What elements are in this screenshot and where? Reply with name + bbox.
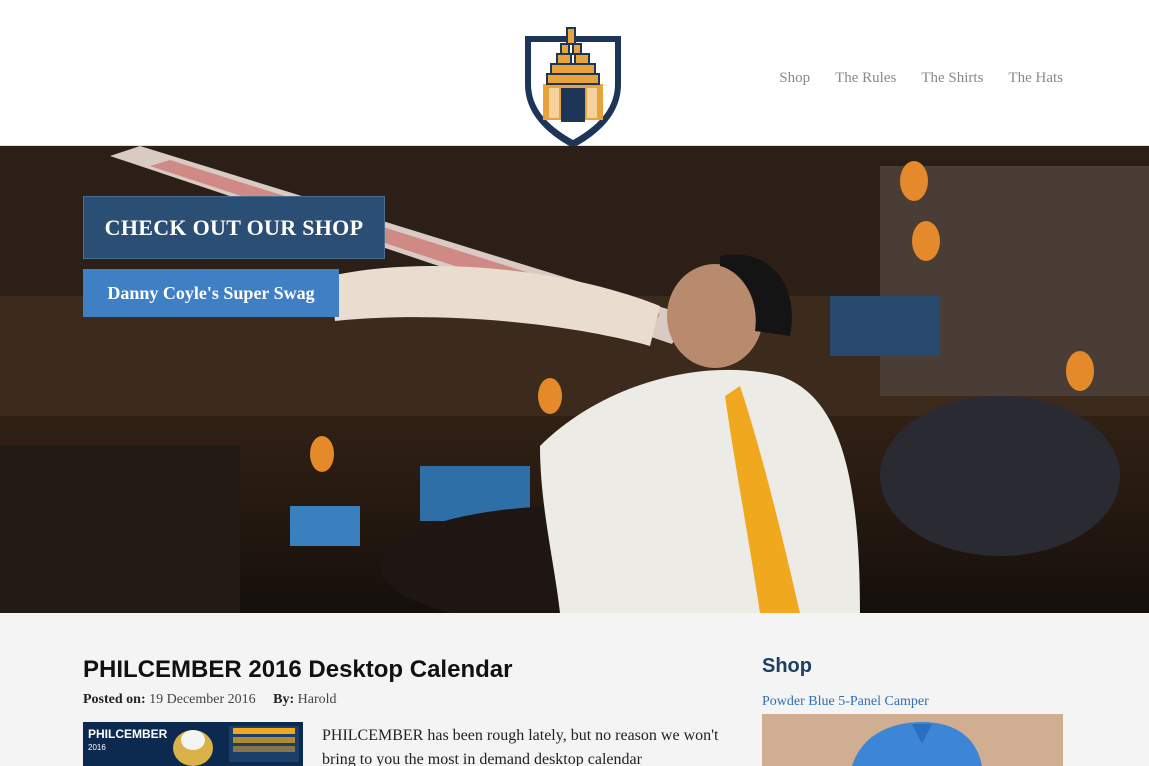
post-thumbnail[interactable]: PHILCEMBER 2016 [83, 722, 303, 766]
sidebar-product-image[interactable] [762, 714, 1063, 766]
shield-logo-icon [525, 27, 621, 148]
post-title[interactable]: PHILCEMBER 2016 Desktop Calendar [83, 656, 512, 684]
sidebar-title: Shop [762, 655, 812, 677]
thumb-year: 2016 [88, 743, 106, 752]
post-excerpt: PHILCEMBER has been rough lately, but no… [322, 727, 719, 766]
by-label: By: [273, 692, 295, 707]
sidebar-product-link[interactable]: Powder Blue 5-Panel Camper [762, 694, 929, 710]
nav-the-shirts[interactable]: The Shirts [921, 70, 983, 87]
super-swag-button[interactable]: Danny Coyle's Super Swag [83, 269, 339, 317]
post-author: Harold [297, 692, 337, 707]
main-nav: Shop The Rules The Shirts The Hats [779, 70, 1063, 87]
site-header: Shop The Rules The Shirts The Hats [0, 0, 1149, 148]
thumb-title: PHILCEMBER [88, 727, 168, 741]
post-meta: Posted on: 19 December 2016 By: Harold [83, 692, 337, 708]
nav-the-hats[interactable]: The Hats [1008, 70, 1063, 87]
calendar-thumbnail-image: PHILCEMBER 2016 [83, 722, 303, 766]
posted-date: 19 December 2016 [149, 692, 256, 707]
posted-on-label: Posted on: [83, 692, 146, 707]
hero-banner: CHECK OUT OUR SHOP Danny Coyle's Super S… [0, 146, 1149, 613]
nav-the-rules[interactable]: The Rules [835, 70, 896, 87]
site-logo[interactable] [521, 22, 625, 150]
hat-photo [762, 714, 1063, 766]
check-out-shop-button[interactable]: CHECK OUT OUR SHOP [83, 196, 385, 259]
nav-shop[interactable]: Shop [779, 70, 810, 87]
